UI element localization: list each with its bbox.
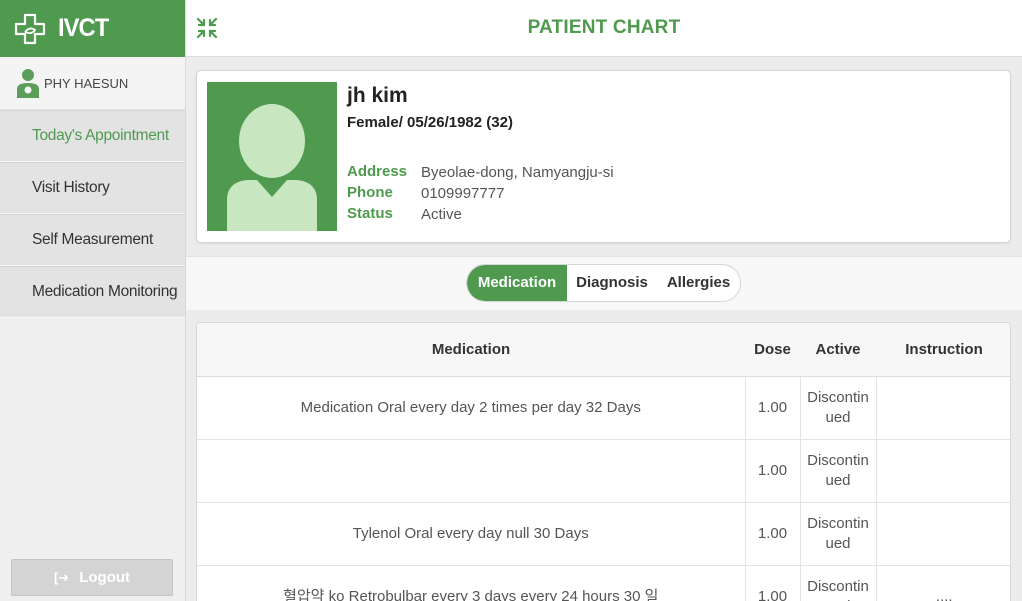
page-title: PATIENT CHART	[527, 17, 681, 38]
dose-cell: 1.00	[744, 565, 800, 601]
patient-card: jh kim Female/ 05/26/1982 (32) Address P…	[196, 70, 1011, 243]
header-dose[interactable]: Dose	[745, 323, 800, 377]
sidebar-item-medication-monitoring[interactable]: Medication Monitoring	[0, 266, 185, 318]
table-row[interactable]: 1.00 Discontinued	[197, 439, 1010, 503]
header-active[interactable]: Active	[800, 323, 876, 377]
sidebar-item-todays-appointment[interactable]: Today's Appointment	[0, 110, 185, 162]
user-name: PHY HAESUN	[44, 75, 129, 91]
status-label: Status	[347, 205, 393, 222]
instruction-cell	[875, 376, 1010, 440]
patient-demographics: Female/ 05/26/1982 (32)	[347, 114, 513, 131]
tab-allergies[interactable]: Allergies	[657, 265, 740, 301]
tab-medication[interactable]: Medication	[467, 265, 567, 301]
patient-info-values: Byeolae-dong, Namyangju-si 0109997777 Ac…	[421, 162, 614, 225]
active-cell: Discontinued	[799, 502, 876, 566]
tab-group: Medication Diagnosis Allergies	[466, 264, 741, 302]
user-profile: PHY HAESUN	[0, 57, 185, 110]
medication-cell: Tylenol Oral every day null 30 Days	[197, 502, 745, 566]
sidebar-item-self-measurement[interactable]: Self Measurement	[0, 214, 185, 266]
instruction-cell	[875, 502, 1010, 566]
table-row[interactable]: 혈압약 ko Retrobulbar every 3 days every 24…	[197, 565, 1010, 601]
address-label: Address	[347, 163, 408, 180]
active-cell: Discontinued	[799, 565, 876, 601]
instruction-cell: ....	[875, 565, 1010, 601]
patient-photo	[207, 82, 337, 231]
address-value: Byeolae-dong, Namyangju-si	[421, 164, 614, 181]
medication-cell: Medication Oral every day 2 times per da…	[197, 376, 745, 440]
sidebar-item-visit-history[interactable]: Visit History	[0, 162, 185, 214]
patient-info-labels: Address Phone Status	[347, 161, 407, 224]
dose-cell: 1.00	[744, 439, 800, 503]
patient-name: jh kim	[347, 84, 408, 107]
doctor-avatar-icon	[17, 69, 39, 98]
medical-cross-icon	[14, 13, 46, 44]
logout-label: Logout	[79, 569, 131, 586]
active-cell: Discontinued	[799, 439, 876, 503]
table-row[interactable]: Medication Oral every day 2 times per da…	[197, 376, 1010, 440]
medication-cell: 혈압약 ko Retrobulbar every 3 days every 24…	[197, 565, 745, 601]
logout-button[interactable]: [➜ Logout	[11, 559, 173, 596]
dose-cell: 1.00	[744, 376, 800, 440]
tab-band: Medication Diagnosis Allergies	[186, 256, 1022, 310]
top-bar: PATIENT CHART	[186, 0, 1022, 57]
phone-label: Phone	[347, 184, 393, 201]
status-value: Active	[421, 206, 462, 223]
table-row[interactable]: Tylenol Oral every day null 30 Days 1.00…	[197, 502, 1010, 566]
logout-icon: [➜	[53, 569, 70, 585]
medication-cell	[197, 439, 745, 503]
app-logo[interactable]: IVCT	[0, 0, 185, 57]
dose-cell: 1.00	[744, 502, 800, 566]
medication-table: Medication Dose Active Instruction Medic…	[196, 322, 1011, 601]
person-placeholder-icon	[227, 104, 317, 231]
header-medication[interactable]: Medication	[197, 323, 745, 377]
table-header-row: Medication Dose Active Instruction	[197, 323, 1010, 377]
active-cell: Discontinued	[799, 376, 876, 440]
phone-value: 0109997777	[421, 185, 505, 202]
instruction-cell	[875, 439, 1010, 503]
tab-diagnosis[interactable]: Diagnosis	[567, 265, 657, 301]
brand-name: IVCT	[58, 14, 109, 42]
sidebar: IVCT PHY HAESUN Today's Appointment Visi…	[0, 0, 186, 601]
header-instruction[interactable]: Instruction	[876, 323, 1010, 377]
